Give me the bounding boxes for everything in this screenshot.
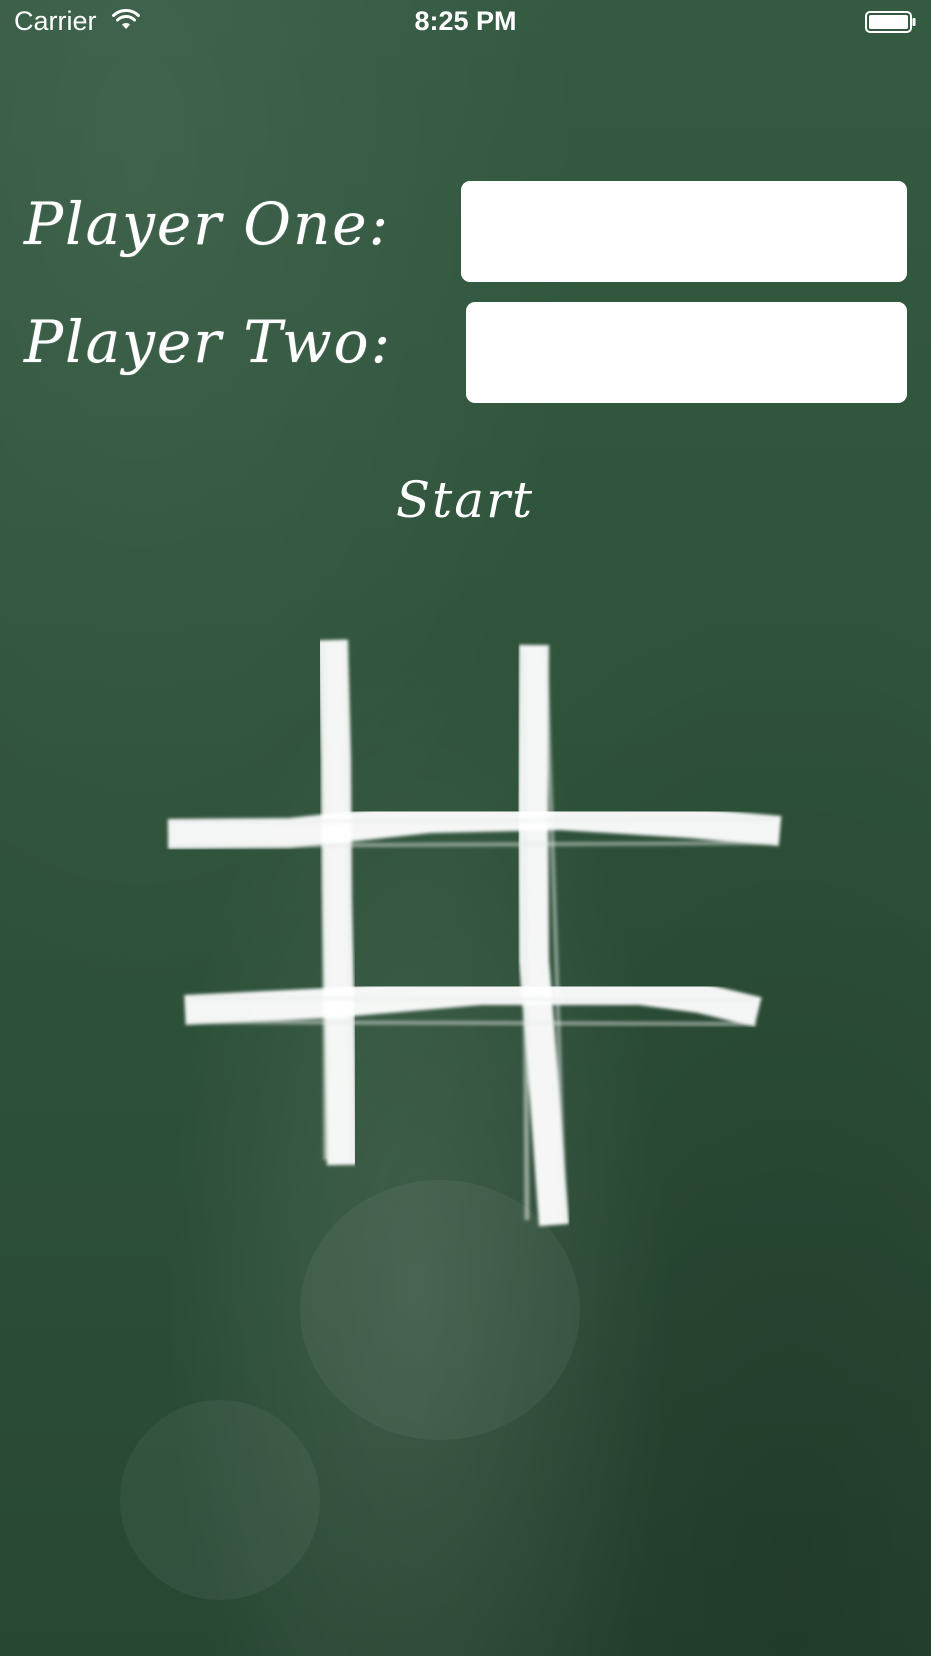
player-two-label: Player Two:	[24, 308, 393, 376]
player-one-label: Player One:	[24, 190, 391, 258]
battery-icon	[865, 11, 916, 33]
chalk-smudge	[120, 1400, 320, 1600]
board-cell-1[interactable]	[352, 640, 518, 812]
board-cell-8[interactable]	[572, 1022, 767, 1212]
player-one-input[interactable]	[461, 181, 907, 282]
status-bar: Carrier 8:25 PM	[0, 0, 931, 44]
grid-line-vertical-left	[318, 639, 357, 1166]
grid-line-horizontal-top	[167, 799, 782, 849]
player-two-input[interactable]	[466, 302, 907, 403]
board-cell-6[interactable]	[180, 1028, 324, 1178]
board-cell-2[interactable]	[550, 640, 770, 812]
chalk-smudge	[300, 1180, 580, 1440]
grid-line-horizontal-bottom	[184, 975, 762, 1027]
board-cell-4[interactable]	[354, 845, 520, 985]
board-cell-5[interactable]	[552, 845, 767, 985]
start-button[interactable]: Start	[340, 465, 590, 535]
clock: 8:25 PM	[414, 6, 517, 36]
board-cell-3[interactable]	[170, 850, 322, 990]
board-cell-0[interactable]	[170, 640, 318, 815]
board-cell-7[interactable]	[358, 1022, 528, 1212]
